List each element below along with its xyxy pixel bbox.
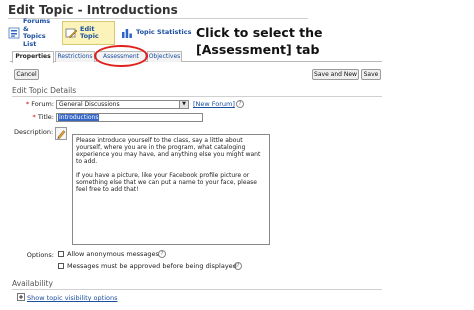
edit-topic-icon (65, 28, 77, 39)
description-paragraph-2: If you have a picture, like your Faceboo… (76, 172, 258, 193)
help-icon[interactable]: ? (158, 250, 166, 258)
topic-statistics-button[interactable]: Topic Statistics (121, 21, 196, 45)
forum-label-text: Forum: (31, 100, 54, 108)
description-textarea[interactable]: Please introduce yourself to the class, … (72, 134, 270, 245)
expand-plus-icon[interactable] (17, 293, 25, 301)
description-label: Description: (14, 128, 54, 136)
edit-topic-label: Edit Topic (80, 24, 99, 40)
title-input[interactable]: Introductions (56, 113, 203, 122)
allow-anonymous-checkbox[interactable] (58, 251, 64, 257)
forums-topics-list-button[interactable]: Forums & Topics List (8, 17, 58, 48)
annotation-line2: [Assessment] tab (196, 42, 320, 57)
required-marker: * (25, 100, 30, 108)
title-label: * Title: (20, 113, 54, 121)
title-input-value: Introductions (58, 114, 100, 121)
pencil-icon (57, 130, 66, 139)
description-paragraph-1: Please introduce yourself to the class, … (76, 137, 261, 165)
topic-statistics-label: Topic Statistics (136, 28, 192, 37)
assessment-highlight-circle (94, 45, 148, 67)
section-title-edit-details: Edit Topic Details (12, 86, 77, 95)
section-title-availability: Availability (12, 279, 53, 288)
tab-restrictions[interactable]: Restrictions (55, 51, 95, 62)
required-marker: * (32, 113, 36, 121)
chevron-down-icon[interactable]: ▼ (179, 101, 188, 108)
options-label: Options: (26, 251, 54, 259)
forum-select[interactable]: General Discussions ▼ (56, 100, 189, 109)
forums-list-icon (8, 27, 20, 39)
save-button[interactable]: Save (361, 69, 381, 80)
forums-label-line1: Forums & (23, 17, 51, 33)
tab-properties[interactable]: Properties (12, 51, 54, 63)
section-divider (12, 289, 382, 290)
tutorial-annotation: Click to select the [Assessment] tab (196, 24, 323, 58)
new-forum-link[interactable]: [New Forum] (193, 100, 235, 108)
allow-anonymous-label: Allow anonymous messages (67, 250, 159, 258)
show-visibility-options-link[interactable]: Show topic visibility options (27, 294, 118, 302)
section-divider (12, 96, 382, 97)
bar-chart-icon (122, 29, 132, 38)
require-approval-label: Messages must be approved before being d… (67, 262, 237, 270)
help-icon[interactable]: ? (234, 262, 242, 270)
forum-label: * Forum: (20, 100, 54, 108)
title-label-text: Title: (37, 113, 54, 121)
tab-objectives[interactable]: Objectives (147, 51, 182, 62)
forum-select-value: General Discussions (59, 101, 120, 108)
forums-label-line2: Topics List (23, 32, 46, 48)
html-editor-button[interactable] (55, 127, 67, 140)
annotation-line1: Click to select the (196, 25, 323, 40)
help-icon[interactable]: ? (236, 100, 244, 108)
cancel-button[interactable]: Cancel (14, 69, 39, 80)
save-and-new-button[interactable]: Save and New (312, 69, 359, 80)
require-approval-checkbox[interactable] (58, 263, 64, 269)
edit-topic-button[interactable]: Edit Topic (62, 21, 115, 45)
page-title: Edit Topic - Introductions (8, 3, 178, 17)
